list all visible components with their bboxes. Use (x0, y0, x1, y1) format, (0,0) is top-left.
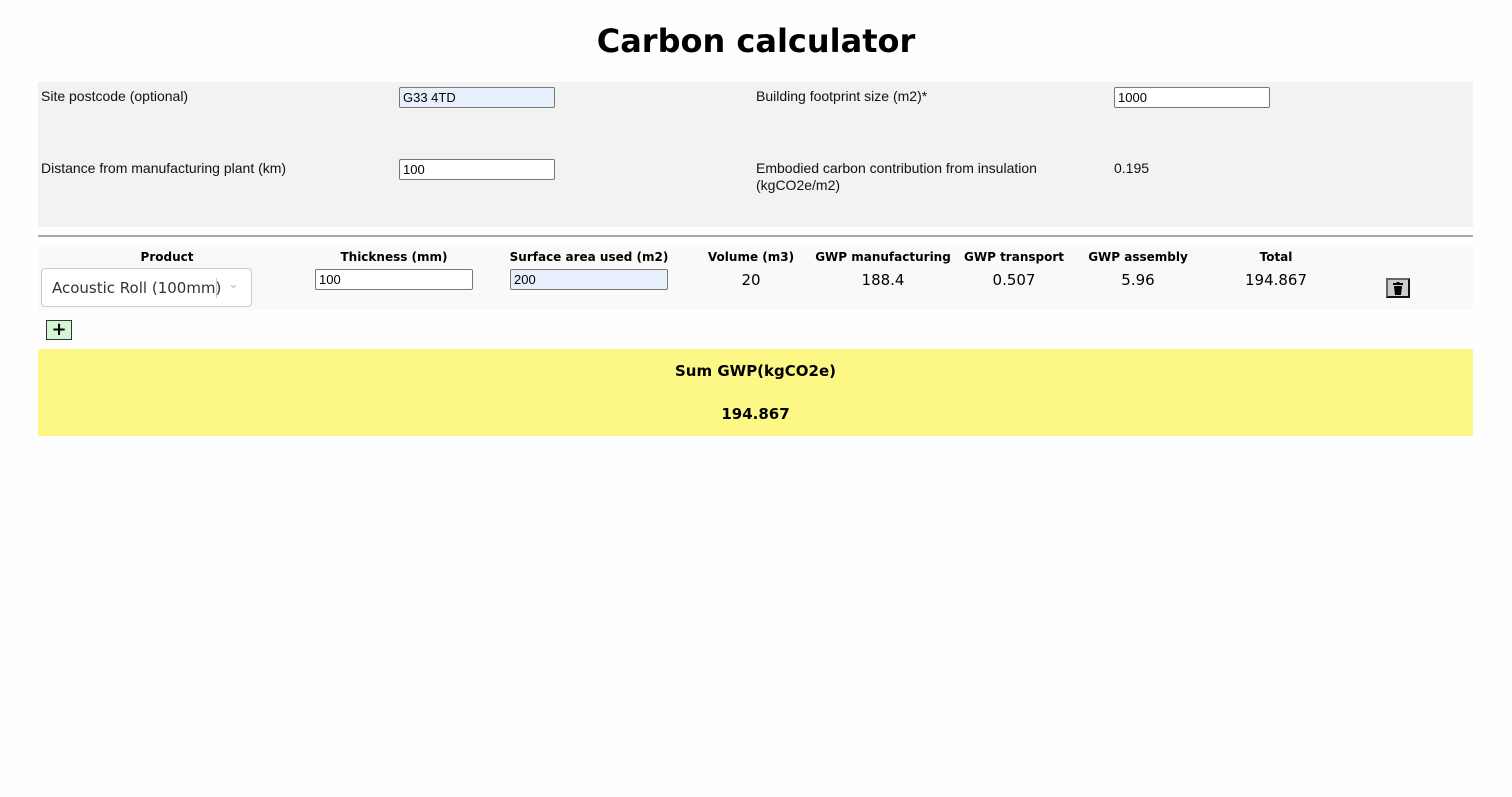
gwp-manufacturing-value: 188.4 (861, 271, 905, 289)
sum-panel: Sum GWP(kgCO2e) 194.867 (38, 349, 1473, 436)
header-volume: Volume (m3) (707, 250, 795, 264)
embodied-label-line2: (kgCO2e/m2) (756, 177, 841, 193)
select-separator (216, 278, 217, 298)
footprint-input[interactable] (1114, 87, 1270, 108)
product-select[interactable]: Acoustic Roll (100mm) ⌄ (41, 268, 252, 307)
area-input[interactable] (510, 269, 668, 290)
divider (38, 235, 1473, 237)
header-gwp-manufacturing: GWP manufacturing (815, 250, 951, 264)
chevron-down-icon[interactable]: ⌄ (228, 277, 239, 292)
header-product: Product (140, 250, 194, 264)
trash-icon (1393, 281, 1403, 295)
header-gwp-assembly: GWP assembly (1088, 250, 1188, 264)
total-value: 194.867 (1244, 271, 1308, 289)
embodied-label-line1: Embodied carbon contribution from insula… (756, 160, 1037, 176)
header-thickness: Thickness (mm) (340, 250, 448, 264)
sum-value: 194.867 (721, 405, 790, 423)
header-area: Surface area used (m2) (509, 250, 669, 264)
header-gwp-transport: GWP transport (964, 250, 1064, 264)
distance-input[interactable] (399, 159, 555, 180)
distance-label: Distance from manufacturing plant (km) (41, 160, 287, 176)
volume-value: 20 (741, 271, 761, 289)
delete-row-button[interactable] (1386, 278, 1410, 298)
postcode-input[interactable] (399, 87, 555, 108)
product-select-value: Acoustic Roll (100mm) (52, 279, 222, 297)
postcode-label: Site postcode (optional) (41, 88, 189, 104)
footprint-label: Building footprint size (m2)* (756, 88, 928, 104)
header-total: Total (1259, 250, 1293, 264)
gwp-transport-value: 0.507 (992, 271, 1036, 289)
gwp-assembly-value: 5.96 (1121, 271, 1155, 289)
embodied-label: Embodied carbon contribution from insula… (756, 160, 1037, 194)
page-title: Carbon calculator (596, 22, 916, 60)
embodied-value: 0.195 (1114, 160, 1150, 176)
sum-label: Sum GWP(kgCO2e) (675, 362, 836, 380)
thickness-input[interactable] (315, 269, 473, 290)
add-row-button[interactable]: + (46, 320, 72, 340)
